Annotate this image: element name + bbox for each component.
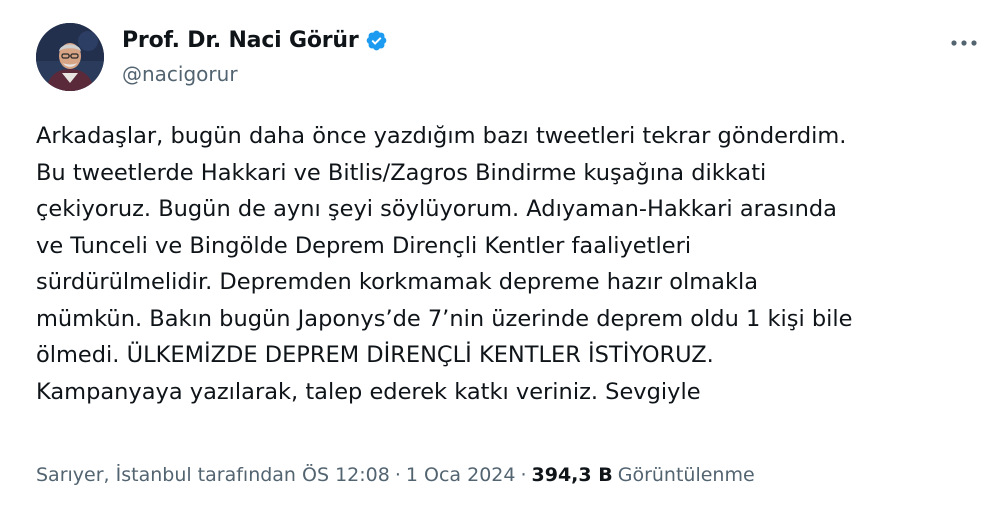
meta-separator: ·: [394, 464, 401, 486]
tweet-date[interactable]: 1 Oca 2024: [406, 464, 516, 486]
tweet-text: Arkadaşlar, bugün daha önce yazdığım baz…: [36, 118, 976, 410]
meta-separator: ·: [520, 464, 527, 486]
tweet-text-line: Arkadaşlar, bugün daha önce yazdığım baz…: [36, 123, 847, 149]
tweet-text-line: ve Tunceli ve Bingölde Deprem Dirençli K…: [36, 232, 692, 259]
more-dots-icon: [951, 40, 977, 46]
tweet-text-line: sürdürülmelidir. Depremden korkmamak dep…: [36, 269, 759, 295]
tweet-card: Prof. Dr. Naci Görür @nacigorur Arkadaşl…: [0, 0, 1000, 512]
tweet-time[interactable]: ÖS 12:08: [302, 464, 390, 486]
tweet-text-line: çekiyoruz. Bugün de aynı şeyi söylüyorum…: [36, 196, 837, 222]
tweet-text-line: ölmedi. ÜLKEMİZDE DEPREM DİRENÇLİ KENTLE…: [36, 342, 714, 368]
author-name-text[interactable]: Prof. Dr. Naci Görür: [122, 28, 359, 53]
avatar-photo: [36, 23, 104, 91]
tweet-text-line: Kampanyaya yazılarak, talep ederek katkı…: [36, 378, 701, 405]
tweet-text-line: mümkün. Bakın bugün Japonys’de 7’nin üze…: [36, 305, 853, 332]
author-handle[interactable]: @nacigorur: [122, 62, 238, 86]
views-count[interactable]: 394,3 B: [532, 464, 613, 486]
verified-badge-icon[interactable]: [365, 29, 388, 52]
views-label: Görüntülenme: [617, 464, 755, 486]
tweet-location: Sarıyer, İstanbul tarafından: [36, 464, 296, 486]
avatar[interactable]: [36, 23, 104, 91]
more-options-button[interactable]: [946, 28, 982, 58]
tweet-text-line: Bu tweetlerde Hakkari ve Bitlis/Zagros B…: [36, 159, 767, 186]
author-name[interactable]: Prof. Dr. Naci Görür: [122, 28, 388, 53]
tweet-meta: Sarıyer, İstanbul tarafından ÖS 12:08 · …: [36, 464, 755, 486]
